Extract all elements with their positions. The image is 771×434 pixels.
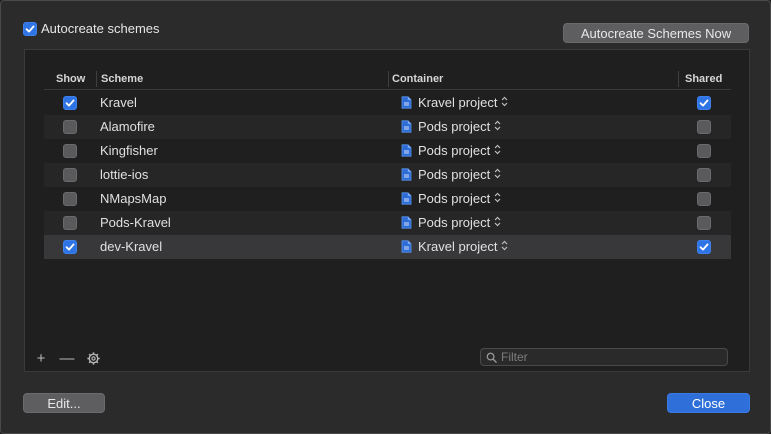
scheme-name: Kingfisher <box>100 143 158 158</box>
up-down-chevron-icon <box>494 168 501 182</box>
column-divider <box>96 71 97 87</box>
column-shared[interactable]: Shared <box>685 73 722 85</box>
column-show[interactable]: Show <box>56 73 85 85</box>
container-name: Pods project <box>418 143 491 158</box>
schemes-panel: Show Scheme Container Shared Kravel Krave… <box>24 49 750 372</box>
container-popup[interactable]: Pods project <box>401 215 501 230</box>
close-button[interactable]: Close <box>667 393 750 413</box>
document-icon <box>401 240 412 253</box>
table-row[interactable]: Kingfisher Pods project <box>44 139 731 163</box>
container-name: Pods project <box>418 215 491 230</box>
manage-schemes-sheet: Autocreate schemes Autocreate Schemes No… <box>0 0 771 434</box>
column-container[interactable]: Container <box>392 73 443 85</box>
shared-checkbox[interactable] <box>697 192 711 206</box>
autocreate-schemes-label: Autocreate schemes <box>41 21 160 36</box>
magnifier-icon <box>486 352 497 363</box>
show-checkbox[interactable] <box>63 144 77 158</box>
column-divider <box>388 71 389 87</box>
shared-checkbox[interactable] <box>697 216 711 230</box>
container-popup[interactable]: Kravel project <box>401 239 508 254</box>
shared-checkbox[interactable] <box>697 168 711 182</box>
document-icon <box>401 120 412 133</box>
checkmark-icon <box>699 243 709 251</box>
document-icon <box>401 168 412 181</box>
container-name: Pods project <box>418 119 491 134</box>
up-down-chevron-icon <box>501 240 508 254</box>
checkmark-icon <box>699 99 709 107</box>
show-checkbox[interactable] <box>63 120 77 134</box>
scheme-name: lottie-ios <box>100 167 149 182</box>
shared-checkbox[interactable] <box>697 144 711 158</box>
table-row[interactable]: Kravel Kravel project <box>44 91 731 115</box>
shared-checkbox[interactable] <box>697 96 711 110</box>
up-down-chevron-icon <box>494 120 501 134</box>
show-checkbox[interactable] <box>63 216 77 230</box>
up-down-chevron-icon <box>494 192 501 206</box>
column-scheme[interactable]: Scheme <box>101 73 143 85</box>
table-row[interactable]: dev-Kravel Kravel project <box>44 235 731 259</box>
table-header: Show Scheme Container Shared <box>44 68 731 90</box>
schemes-table-body: Kravel Kravel project Alamofire Pods projec… <box>44 91 731 259</box>
container-popup[interactable]: Pods project <box>401 119 501 134</box>
shared-checkbox[interactable] <box>697 240 711 254</box>
autocreate-schemes-now-button[interactable]: Autocreate Schemes Now <box>563 23 749 43</box>
checkmark-icon <box>65 243 75 251</box>
list-tools: + — <box>33 350 101 367</box>
document-icon <box>401 216 412 229</box>
table-row[interactable]: Alamofire Pods project <box>44 115 731 139</box>
remove-scheme-button[interactable]: — <box>59 350 75 367</box>
show-checkbox[interactable] <box>63 192 77 206</box>
up-down-chevron-icon <box>501 96 508 110</box>
show-checkbox[interactable] <box>63 96 77 110</box>
autocreate-schemes-checkbox[interactable] <box>23 22 37 36</box>
document-icon <box>401 144 412 157</box>
up-down-chevron-icon <box>494 216 501 230</box>
container-popup[interactable]: Pods project <box>401 191 501 206</box>
scheme-name: Pods-Kravel <box>100 215 171 230</box>
table-row[interactable]: lottie-ios Pods project <box>44 163 731 187</box>
scheme-name: dev-Kravel <box>100 239 163 254</box>
column-divider <box>678 71 679 87</box>
gear-icon[interactable] <box>85 350 101 366</box>
table-row[interactable]: NMapsMap Pods project <box>44 187 731 211</box>
container-popup[interactable]: Pods project <box>401 143 501 158</box>
up-down-chevron-icon <box>494 144 501 158</box>
container-name: Pods project <box>418 191 491 206</box>
scheme-name: Kravel <box>100 95 137 110</box>
add-scheme-button[interactable]: + <box>33 350 49 367</box>
table-row[interactable]: Pods-Kravel Pods project <box>44 211 731 235</box>
show-checkbox[interactable] <box>63 168 77 182</box>
scheme-name: NMapsMap <box>100 191 167 206</box>
filter-field[interactable] <box>480 348 728 366</box>
checkmark-icon <box>25 25 35 33</box>
container-popup[interactable]: Pods project <box>401 167 501 182</box>
edit-button[interactable]: Edit... <box>23 393 105 413</box>
checkmark-icon <box>65 99 75 107</box>
container-popup[interactable]: Kravel project <box>401 95 508 110</box>
document-icon <box>401 96 412 109</box>
filter-input[interactable] <box>501 350 721 364</box>
shared-checkbox[interactable] <box>697 120 711 134</box>
scheme-name: Alamofire <box>100 119 155 134</box>
container-name: Kravel project <box>418 239 498 254</box>
container-name: Pods project <box>418 167 491 182</box>
container-name: Kravel project <box>418 95 498 110</box>
show-checkbox[interactable] <box>63 240 77 254</box>
document-icon <box>401 192 412 205</box>
